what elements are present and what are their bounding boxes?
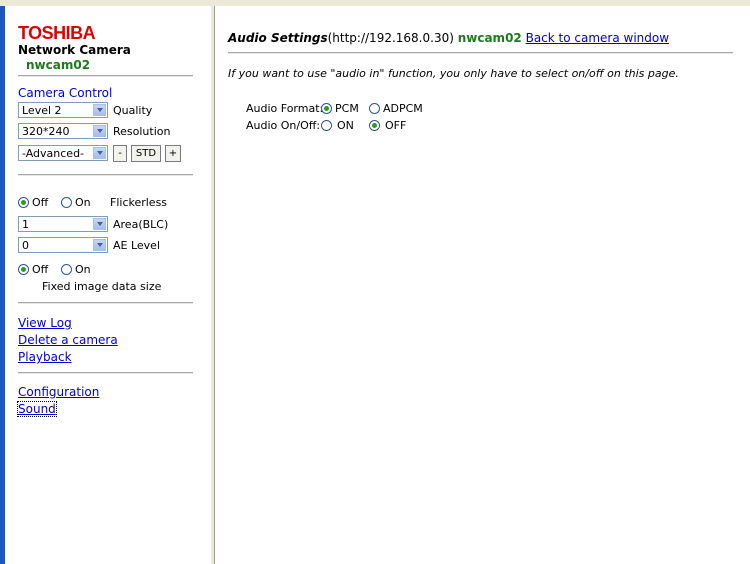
audio-on-label: ON: [337, 119, 354, 132]
minus-button[interactable]: -: [113, 145, 127, 162]
sound-link[interactable]: Sound: [17, 401, 57, 417]
chevron-down-icon[interactable]: [93, 147, 106, 159]
resolution-value: 320*240: [22, 125, 70, 138]
flickerless-label: Flickerless: [110, 196, 168, 209]
flickerless-on-label: On: [75, 196, 91, 209]
flickerless-on-radio[interactable]: [61, 197, 72, 208]
area-blc-label: Area(BLC): [113, 218, 169, 231]
page-title: Audio Settings: [228, 31, 328, 45]
fixed-size-on-label: On: [75, 263, 91, 276]
fixed-size-off-label: Off: [32, 263, 49, 276]
ae-level-select[interactable]: 0: [18, 237, 108, 253]
camera-name: nwcam02: [457, 31, 522, 45]
advanced-select[interactable]: -Advanced-: [18, 145, 108, 161]
std-button[interactable]: STD: [131, 145, 161, 162]
fixed-size-off-radio[interactable]: [18, 264, 29, 275]
resolution-label: Resolution: [113, 125, 171, 138]
page-header: Audio Settings(http://192.168.0.30) nwca…: [228, 31, 669, 45]
plus-button[interactable]: +: [165, 145, 181, 162]
fixed-size-label: Fixed image data size: [42, 280, 162, 293]
camera-url: (http://192.168.0.30): [327, 31, 454, 45]
divider: [228, 52, 733, 54]
audio-off-label: OFF: [385, 119, 407, 132]
audio-onoff-label: Audio On/Off:: [246, 119, 321, 132]
chevron-down-icon[interactable]: [93, 239, 106, 251]
info-text: If you want to use "audio in" function, …: [228, 67, 679, 80]
pcm-label: PCM: [335, 102, 359, 115]
main-panel: Audio Settings(http://192.168.0.30) nwca…: [215, 6, 750, 564]
audio-off-radio[interactable]: [369, 120, 380, 131]
brand-logo: TOSHIBA: [18, 23, 96, 43]
quality-label: Quality: [113, 104, 153, 117]
audio-on-radio[interactable]: [321, 120, 332, 131]
delete-camera-link[interactable]: Delete a camera: [18, 333, 118, 347]
divider: [18, 174, 193, 176]
divider: [18, 372, 193, 374]
back-to-camera-link[interactable]: Back to camera window: [526, 31, 669, 45]
pcm-radio[interactable]: [321, 103, 332, 114]
area-blc-value: 1: [22, 218, 29, 231]
view-log-link[interactable]: View Log: [18, 316, 72, 330]
flickerless-off-radio[interactable]: [18, 197, 29, 208]
adpcm-label: ADPCM: [383, 102, 423, 115]
brand-subtitle: Network Camera: [18, 43, 131, 57]
quality-select[interactable]: Level 2: [18, 102, 108, 118]
area-blc-select[interactable]: 1: [18, 216, 108, 232]
ae-level-value: 0: [22, 239, 29, 252]
chevron-down-icon[interactable]: [93, 218, 106, 230]
playback-link[interactable]: Playback: [18, 350, 72, 364]
advanced-value: -Advanced-: [22, 147, 85, 160]
fixed-size-on-radio[interactable]: [61, 264, 72, 275]
sidebar: TOSHIBA Network Camera nwcam02 Camera Co…: [5, 6, 210, 564]
adpcm-radio[interactable]: [369, 103, 380, 114]
divider: [18, 302, 193, 304]
divider: [18, 75, 193, 77]
quality-value: Level 2: [22, 104, 62, 117]
audio-format-label: Audio Format:: [246, 102, 324, 115]
chevron-down-icon[interactable]: [93, 104, 106, 116]
camera-control-title: Camera Control: [18, 86, 113, 100]
chevron-down-icon[interactable]: [93, 125, 106, 137]
flickerless-off-label: Off: [32, 196, 49, 209]
ae-level-label: AE Level: [113, 239, 161, 252]
camera-name: nwcam02: [26, 58, 91, 72]
resolution-select[interactable]: 320*240: [18, 123, 108, 139]
configuration-link[interactable]: Configuration: [18, 385, 99, 399]
